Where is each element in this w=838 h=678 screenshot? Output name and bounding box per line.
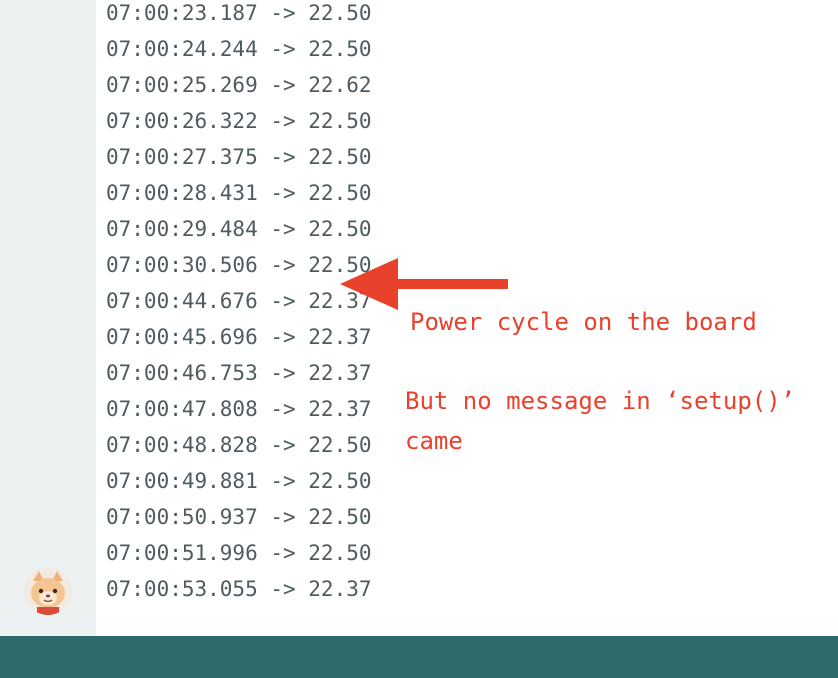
log-line: 07:00:25.269 -> 22.62: [106, 73, 372, 97]
avatar-gutter: [0, 0, 96, 636]
log-line: 07:00:49.881 -> 22.50: [106, 469, 372, 493]
annotation-came: came: [405, 427, 463, 455]
log-line: 07:00:27.375 -> 22.50: [106, 145, 372, 169]
log-line: 07:00:44.676 -> 22.37: [106, 289, 372, 313]
log-line: 07:00:48.828 -> 22.50: [106, 433, 372, 457]
log-line: 07:00:50.937 -> 22.50: [106, 505, 372, 529]
log-line: 07:00:53.055 -> 22.37: [106, 577, 372, 601]
cat-avatar-icon[interactable]: [24, 567, 72, 615]
log-line: 07:00:24.244 -> 22.50: [106, 37, 372, 61]
annotation-power-cycle: Power cycle on the board: [410, 308, 757, 336]
annotation-no-message: But no message in ‘setup()’: [405, 387, 796, 415]
serial-log: 07:00:23.187 -> 22.50 07:00:24.244 -> 22…: [106, 0, 372, 612]
footer-bar: [0, 636, 838, 678]
log-line: 07:00:30.506 -> 22.50: [106, 253, 372, 277]
log-line: 07:00:23.187 -> 22.50: [106, 1, 372, 25]
log-line: 07:00:45.696 -> 22.37: [106, 325, 372, 349]
log-line: 07:00:51.996 -> 22.50: [106, 541, 372, 565]
log-line: 07:00:46.753 -> 22.37: [106, 361, 372, 385]
log-line: 07:00:28.431 -> 22.50: [106, 181, 372, 205]
log-line: 07:00:47.808 -> 22.37: [106, 397, 372, 421]
log-line: 07:00:26.322 -> 22.50: [106, 109, 372, 133]
log-line: 07:00:29.484 -> 22.50: [106, 217, 372, 241]
chat-message-view: 07:00:23.187 -> 22.50 07:00:24.244 -> 22…: [0, 0, 838, 678]
